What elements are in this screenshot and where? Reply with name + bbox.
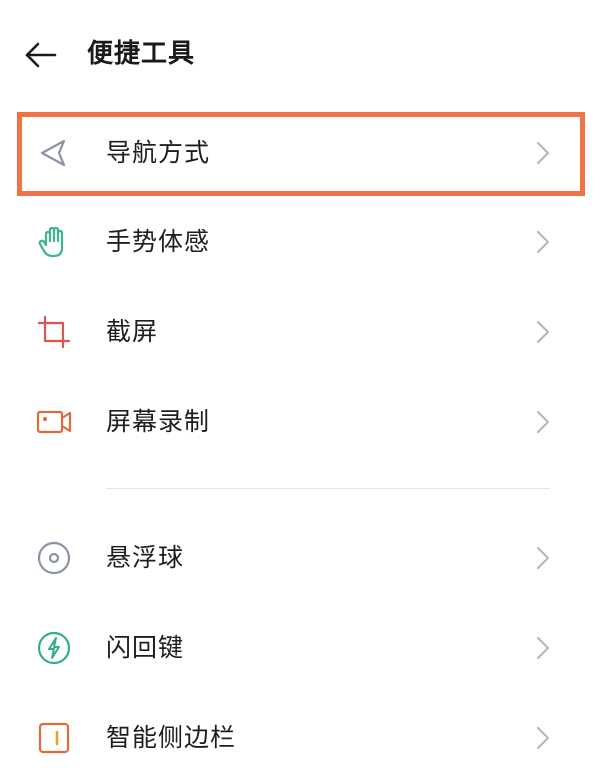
list-item-flashback-key[interactable]: 闪回键 (0, 605, 600, 691)
list-item-label: 智能侧边栏 (106, 723, 237, 752)
header: 便捷工具 (0, 0, 600, 110)
list-item-label: 屏幕录制 (106, 407, 211, 436)
chevron-right-icon (532, 228, 554, 256)
navigation-arrow-icon (34, 133, 74, 173)
list-item-label: 截屏 (106, 317, 159, 346)
smart-sidebar-icon (34, 718, 74, 758)
list-item-gesture-motion[interactable]: 手势体感 (0, 199, 600, 285)
floating-ball-icon (34, 538, 74, 578)
hand-gesture-icon (34, 222, 74, 262)
crop-icon (34, 312, 74, 352)
section-divider (106, 488, 550, 489)
list-item-label: 导航方式 (106, 138, 211, 167)
video-record-icon (34, 402, 74, 442)
list-item-navigation-mode[interactable]: 导航方式 (0, 110, 600, 196)
back-arrow-icon (25, 42, 57, 68)
list-item-smart-sidebar[interactable]: 智能侧边栏 (0, 695, 600, 781)
page-title: 便捷工具 (87, 39, 196, 69)
list-item-screenshot[interactable]: 截屏 (0, 289, 600, 375)
chevron-right-icon (532, 139, 554, 167)
back-button[interactable] (24, 38, 58, 72)
flashback-icon (34, 628, 74, 668)
list-item-label: 闪回键 (106, 633, 185, 662)
chevron-right-icon (532, 634, 554, 662)
list-item-floating-ball[interactable]: 悬浮球 (0, 515, 600, 601)
chevron-right-icon (532, 408, 554, 436)
chevron-right-icon (532, 724, 554, 752)
list-item-screen-recording[interactable]: 屏幕录制 (0, 379, 600, 465)
list-item-label: 手势体感 (106, 227, 211, 256)
convenience-tools-page: 便捷工具 导航方式 手势体感 截屏 屏幕录制 悬浮球 闪回键 智能侧边栏 (0, 0, 600, 781)
chevron-right-icon (532, 544, 554, 572)
list-item-label: 悬浮球 (106, 543, 185, 572)
chevron-right-icon (532, 318, 554, 346)
